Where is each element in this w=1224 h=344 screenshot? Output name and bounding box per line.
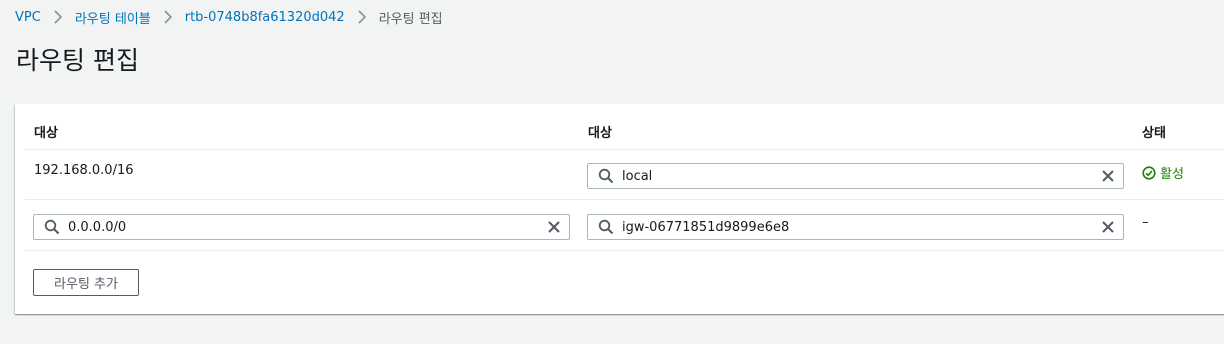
status-empty: – <box>1142 215 1149 230</box>
close-icon[interactable] <box>1101 169 1115 183</box>
search-icon <box>44 219 60 235</box>
breadcrumb: VPC 라우팅 테이블 rtb-0748b8fa61320d042 라우팅 편집 <box>15 8 443 27</box>
row-divider <box>25 149 1224 150</box>
route-destination-field[interactable] <box>60 216 547 238</box>
page-title: 라우팅 편집 <box>16 46 139 75</box>
status-label: 활성 <box>1160 167 1184 182</box>
column-header-status: 상태 <box>1142 126 1166 141</box>
column-header-destination: 대상 <box>34 126 58 141</box>
close-icon[interactable] <box>1101 220 1115 234</box>
column-header-target: 대상 <box>588 126 612 141</box>
search-icon <box>598 219 614 235</box>
chevron-right-icon <box>163 10 173 24</box>
breadcrumb-item-route-tables[interactable]: 라우팅 테이블 <box>75 8 151 27</box>
check-circle-icon <box>1142 165 1156 180</box>
routes-panel: 대상 대상 상태 192.168.0.0/16 활성 <box>15 104 1224 314</box>
route-target-input[interactable] <box>587 163 1124 189</box>
search-icon <box>598 168 614 184</box>
route-destination-text: 192.168.0.0/16 <box>34 163 134 178</box>
route-destination-input[interactable] <box>33 214 570 240</box>
route-target-field[interactable] <box>614 165 1101 187</box>
breadcrumb-item-route-table-id[interactable]: rtb-0748b8fa61320d042 <box>185 10 345 25</box>
close-icon[interactable] <box>547 220 561 234</box>
row-divider <box>25 199 1224 200</box>
route-target-field[interactable] <box>614 216 1101 238</box>
route-target-input[interactable] <box>587 214 1124 240</box>
row-divider <box>25 250 1224 251</box>
breadcrumb-item-current: 라우팅 편집 <box>378 11 443 27</box>
breadcrumb-item-vpc[interactable]: VPC <box>15 10 41 25</box>
chevron-right-icon <box>357 10 367 24</box>
add-route-button[interactable]: 라우팅 추가 <box>33 269 139 296</box>
status-badge: 활성 <box>1142 163 1184 182</box>
chevron-right-icon <box>53 10 63 24</box>
